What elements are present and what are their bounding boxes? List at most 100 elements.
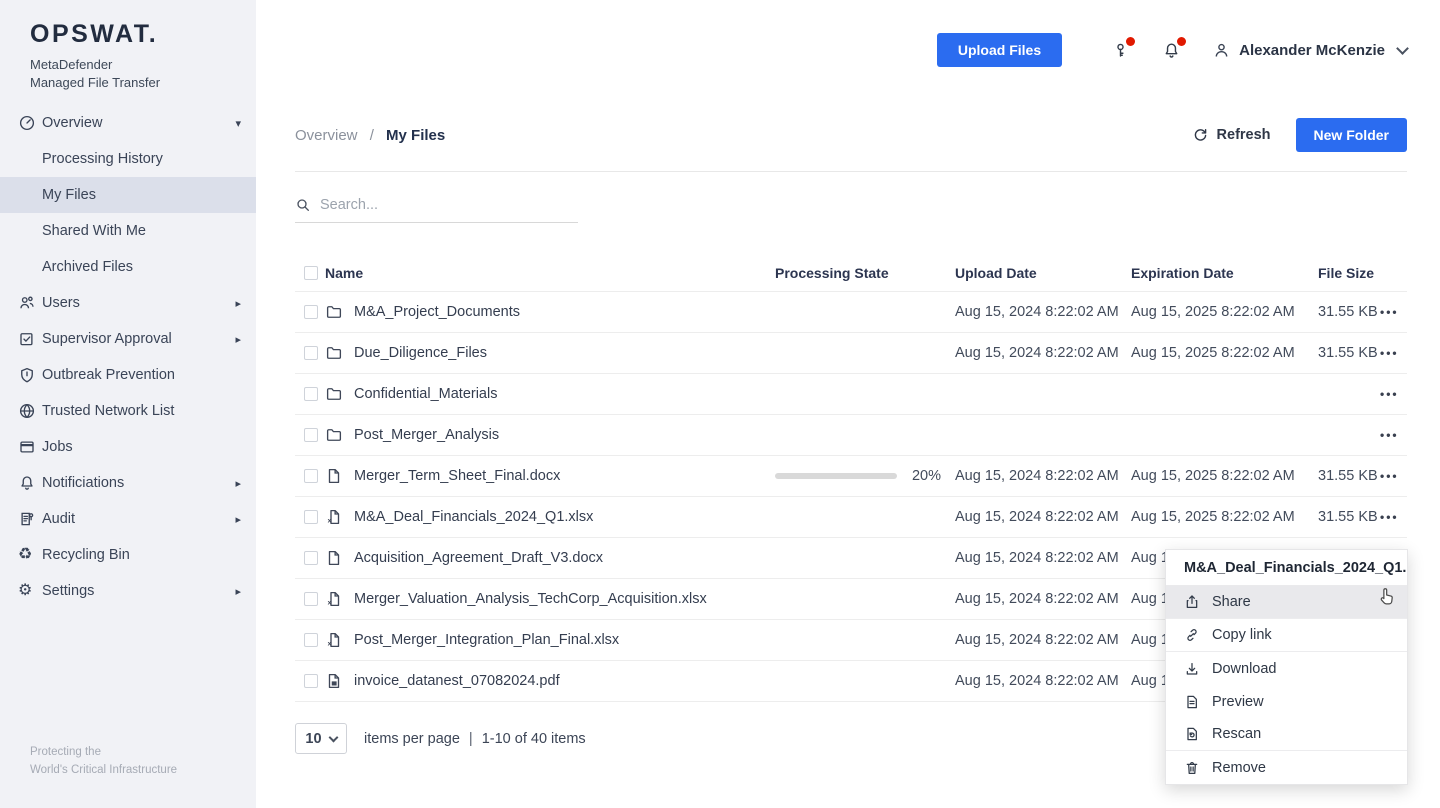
row-actions-button[interactable]: •••	[1380, 346, 1407, 360]
xlsx-file-icon: x	[325, 590, 343, 608]
menu-item-copy-link[interactable]: Copy link	[1166, 619, 1407, 652]
row-checkbox[interactable]	[304, 469, 318, 483]
opswat-logo: OPSWAT.	[30, 20, 256, 49]
shield-icon	[18, 366, 42, 384]
row-checkbox[interactable]	[304, 633, 318, 647]
refresh-button[interactable]: Refresh	[1192, 127, 1271, 144]
menu-item-remove[interactable]: Remove	[1166, 751, 1407, 784]
table-row[interactable]: M&A_Project_Documents Aug 15, 2024 8:22:…	[295, 292, 1407, 333]
chevron-right-icon: ▸	[235, 333, 241, 346]
preview-icon	[1184, 694, 1200, 710]
file-context-menu: M&A_Deal_Financials_2024_Q1. Share Copy …	[1165, 549, 1408, 785]
upload-files-button[interactable]: Upload Files	[937, 33, 1062, 67]
breadcrumb-overview[interactable]: Overview	[295, 127, 358, 144]
recycle-icon: ♻	[18, 547, 42, 563]
user-name: Alexander McKenzie	[1239, 42, 1385, 59]
docx-file-icon	[325, 549, 343, 567]
sidebar-item-outbreak-prevention[interactable]: Outbreak Prevention	[0, 357, 256, 393]
table-header-row: Name Processing State Upload Date Expira…	[295, 254, 1407, 292]
sidebar-item-jobs[interactable]: Jobs	[0, 429, 256, 465]
chevron-down-icon	[328, 733, 338, 743]
copy-link-icon	[1184, 627, 1200, 643]
row-checkbox[interactable]	[304, 510, 318, 524]
search-input[interactable]	[320, 197, 550, 213]
new-folder-button[interactable]: New Folder	[1296, 118, 1407, 152]
product-subtitle: Managed File Transfer	[30, 74, 256, 92]
user-menu[interactable]: Alexander McKenzie	[1212, 41, 1407, 60]
gear-icon: ⚙	[18, 583, 42, 599]
brand-block: OPSWAT. MetaDefender Managed File Transf…	[0, 0, 256, 92]
table-row[interactable]: Post_Merger_Analysis •••	[295, 415, 1407, 456]
row-actions-button[interactable]: •••	[1380, 305, 1407, 319]
column-header-processing-state[interactable]: Processing State	[775, 265, 955, 281]
sidebar-item-notifications[interactable]: Notificiations ▸	[0, 465, 256, 501]
sidebar-item-recycling-bin[interactable]: ♻ Recycling Bin	[0, 537, 256, 573]
folder-icon	[325, 344, 343, 362]
sidebar-item-trusted-network-list[interactable]: Trusted Network List	[0, 393, 256, 429]
page-size-select[interactable]: 10	[295, 723, 347, 754]
column-header-expiration-date[interactable]: Expiration Date	[1131, 265, 1318, 281]
table-row[interactable]: Merger_Term_Sheet_Final.docx 20% Aug 15,…	[295, 456, 1407, 497]
refresh-icon	[1192, 127, 1209, 144]
sidebar-item-archived-files[interactable]: Archived Files	[0, 249, 256, 285]
sidebar-item-supervisor-approval[interactable]: Supervisor Approval ▸	[0, 321, 256, 357]
select-all-checkbox[interactable]	[304, 266, 318, 280]
chevron-right-icon: ▸	[235, 297, 241, 310]
dashboard-icon	[18, 114, 42, 132]
users-icon	[18, 294, 42, 312]
search-box	[295, 197, 578, 223]
menu-item-rescan[interactable]: Rescan	[1166, 718, 1407, 751]
user-icon	[1212, 41, 1231, 60]
chevron-down-icon	[1396, 42, 1409, 55]
sidebar-item-processing-history[interactable]: Processing History	[0, 141, 256, 177]
row-checkbox[interactable]	[304, 387, 318, 401]
svg-text:x: x	[328, 641, 332, 648]
key-icon[interactable]	[1111, 41, 1130, 60]
row-checkbox[interactable]	[304, 346, 318, 360]
bell-icon	[18, 474, 42, 492]
sidebar-item-shared-with-me[interactable]: Shared With Me	[0, 213, 256, 249]
row-checkbox[interactable]	[304, 305, 318, 319]
product-name: MetaDefender	[30, 56, 256, 74]
row-checkbox[interactable]	[304, 551, 318, 565]
progress-label: 20%	[912, 468, 941, 484]
sidebar-item-overview[interactable]: Overview ▾	[0, 105, 256, 141]
topbar: Upload Files Alexander McKenzie	[295, 0, 1407, 100]
column-header-upload-date[interactable]: Upload Date	[955, 265, 1131, 281]
folder-icon	[325, 426, 343, 444]
sidebar-item-settings[interactable]: ⚙ Settings ▸	[0, 573, 256, 609]
sidebar-item-users[interactable]: Users ▸	[0, 285, 256, 321]
sidebar-item-audit[interactable]: Audit ▸	[0, 501, 256, 537]
xlsx-file-icon: x	[325, 631, 343, 649]
items-per-page-label: items per page	[364, 731, 460, 747]
table-row[interactable]: xM&A_Deal_Financials_2024_Q1.xlsx Aug 15…	[295, 497, 1407, 538]
table-row[interactable]: Confidential_Materials •••	[295, 374, 1407, 415]
column-header-name[interactable]: Name	[325, 265, 775, 281]
chevron-right-icon: ▸	[235, 513, 241, 526]
menu-item-share[interactable]: Share	[1166, 586, 1407, 619]
download-icon	[1184, 661, 1200, 677]
row-checkbox[interactable]	[304, 592, 318, 606]
table-row[interactable]: Due_Diligence_Files Aug 15, 2024 8:22:02…	[295, 333, 1407, 374]
bell-icon[interactable]	[1162, 41, 1181, 60]
row-checkbox[interactable]	[304, 674, 318, 688]
row-actions-button[interactable]: •••	[1380, 387, 1407, 401]
menu-item-download[interactable]: Download	[1166, 652, 1407, 685]
items-range-label: 1-10 of 40 items	[482, 731, 586, 747]
notification-badge	[1177, 37, 1186, 46]
sidebar-footer-tagline: Protecting the World's Critical Infrastr…	[30, 744, 177, 780]
column-header-file-size[interactable]: File Size	[1318, 265, 1380, 281]
context-menu-title: M&A_Deal_Financials_2024_Q1.	[1166, 550, 1407, 586]
row-actions-button[interactable]: •••	[1380, 428, 1407, 442]
sidebar-item-my-files[interactable]: My Files	[0, 177, 256, 213]
progress-bar	[775, 473, 897, 479]
row-checkbox[interactable]	[304, 428, 318, 442]
chevron-right-icon: ▸	[235, 477, 241, 490]
row-actions-button[interactable]: •••	[1380, 510, 1407, 524]
rescan-icon	[1184, 726, 1200, 742]
pdf-file-icon	[325, 672, 343, 690]
app-root: OPSWAT. MetaDefender Managed File Transf…	[0, 0, 1440, 808]
menu-item-preview[interactable]: Preview	[1166, 685, 1407, 718]
window-icon	[18, 438, 42, 456]
row-actions-button[interactable]: •••	[1380, 469, 1407, 483]
